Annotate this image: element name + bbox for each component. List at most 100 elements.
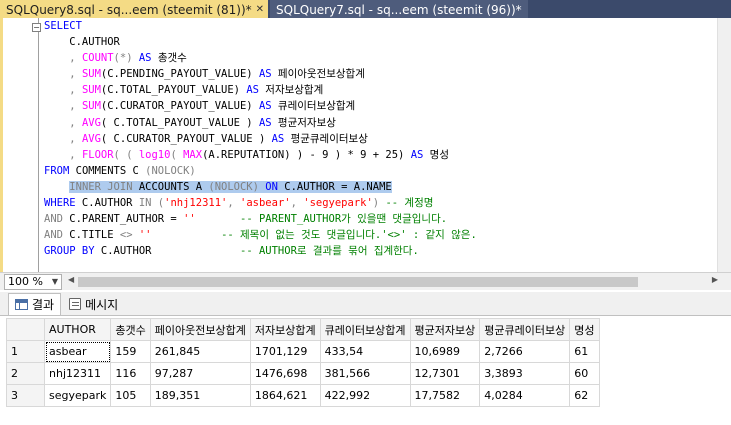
string: 'asbear': [240, 197, 291, 210]
grid-cell[interactable]: 97,287: [149, 362, 251, 385]
operator: ,: [227, 197, 241, 210]
identifier: C.AUTHOR: [75, 197, 139, 210]
code-line: C.AUTHOR: [44, 34, 724, 50]
operator: (*): [113, 52, 139, 65]
grid-cell[interactable]: 1476,698: [249, 362, 321, 385]
comment: -- 제목이 없는 것도 댓글입니다.'<>' : 같지 않은.: [221, 229, 477, 242]
pin-icon[interactable]: ✕: [256, 4, 264, 15]
column-header[interactable]: 평균저자보상: [409, 318, 481, 341]
grid-cell[interactable]: 2,7266: [479, 340, 571, 363]
column-header[interactable]: 평균큐레이터보상: [479, 318, 571, 341]
identifier: ACCOUNTS A: [132, 180, 209, 193]
collapse-icon[interactable]: −: [32, 23, 41, 32]
column-header[interactable]: 명성: [569, 318, 600, 341]
identifier: (C.CURATOR_PAYOUT_VALUE): [100, 100, 259, 113]
tab-messages[interactable]: 메시지: [63, 293, 124, 315]
identifier: 평균저자보상: [271, 116, 336, 129]
grid-cell[interactable]: 261,845: [149, 340, 251, 363]
tab-messages-label: 메시지: [85, 297, 119, 312]
tab-results[interactable]: 결과: [8, 293, 62, 315]
identifier: ( C.CURATOR_PAYOUT_VALUE ): [100, 132, 272, 145]
row-number[interactable]: 2: [6, 362, 45, 385]
grid-cell[interactable]: 60: [569, 362, 600, 385]
operator: ,: [44, 100, 82, 113]
string: 'nhj12311': [164, 197, 228, 210]
function: log10: [138, 148, 171, 161]
table-row[interactable]: 2 nhj12311 116 97,287 1476,698 381,566 1…: [6, 362, 600, 385]
grid-cell[interactable]: 159: [110, 340, 151, 363]
grid-cell[interactable]: 422,992: [319, 384, 411, 407]
code-area[interactable]: SELECT C.AUTHOR , COUNT(*) AS 총갯수 , SUM(…: [44, 18, 724, 259]
function: SUM: [81, 100, 101, 113]
identifier: COMMENTS C: [69, 164, 146, 177]
code-line: INNER JOIN ACCOUNTS A (NOLOCK) ON C.AUTH…: [44, 179, 724, 195]
grid-cell[interactable]: 61: [569, 340, 600, 363]
grid-cell[interactable]: 62: [569, 384, 600, 407]
grid-cell[interactable]: asbear: [43, 340, 112, 363]
keyword: WHERE: [44, 197, 76, 210]
grid-cell[interactable]: 3,3893: [479, 362, 571, 385]
grid-cell[interactable]: 10,6989: [409, 340, 481, 363]
operator: INNER JOIN: [69, 180, 133, 193]
grid-cell[interactable]: nhj12311: [43, 362, 112, 385]
function: SUM: [81, 68, 101, 81]
function: AVG: [81, 132, 101, 145]
row-number-header[interactable]: [6, 318, 45, 341]
column-header[interactable]: AUTHOR: [43, 318, 112, 341]
identifier: C.TITLE: [62, 229, 120, 242]
code-line: , SUM(C.PENDING_PAYOUT_VALUE) AS 페이아웃전보상…: [44, 66, 724, 82]
identifier: ( C.TOTAL_PAYOUT_VALUE ): [100, 116, 259, 129]
editor-vertical-scrollbar[interactable]: [717, 18, 731, 272]
column-header[interactable]: 총갯수: [110, 318, 151, 341]
column-header[interactable]: 저자보상합계: [249, 318, 321, 341]
grid-cell[interactable]: 105: [110, 384, 151, 407]
query-editor[interactable]: − SELECT C.AUTHOR , COUNT(*) AS 총갯수 , SU…: [0, 18, 731, 272]
tab-sqlquery8[interactable]: SQLQuery8.sql - sq...eem (steemit (81))*…: [0, 0, 268, 18]
function: MAX: [183, 148, 203, 161]
zoom-select[interactable]: 100 % ▼: [4, 273, 62, 290]
grid-cell[interactable]: 17,7582: [409, 384, 481, 407]
document-tab-strip: SQLQuery8.sql - sq...eem (steemit (81))*…: [0, 0, 731, 18]
keyword: AS: [258, 68, 272, 81]
keyword: GROUP BY: [44, 245, 95, 258]
code-line: AND C.PARENT_AUTHOR = '' -- PARENT_AUTHO…: [44, 211, 724, 227]
column-header[interactable]: 페이아웃전보상합계: [149, 318, 251, 341]
scrollbar-thumb[interactable]: [78, 276, 638, 287]
grid-cell[interactable]: segyepark: [43, 384, 112, 407]
identifier: C.AUTHOR: [44, 36, 120, 49]
results-grid[interactable]: AUTHOR 총갯수 페이아웃전보상합계 저자보상합계 큐레이터보상합계 평균저…: [6, 318, 600, 407]
identifier: C.PARENT_AUTHOR =: [62, 213, 184, 226]
identifier: 평균큐레이터보상: [284, 132, 368, 145]
tab-sqlquery7[interactable]: SQLQuery7.sql - sq...eem (steemit (96))*: [270, 0, 528, 18]
function: FLOOR: [81, 148, 114, 161]
identifier: 총갯수: [151, 52, 187, 65]
grid-cell[interactable]: 189,351: [149, 384, 251, 407]
grid-cell[interactable]: 1864,621: [249, 384, 321, 407]
table-row[interactable]: 1 asbear 159 261,845 1701,129 433,54 10,…: [6, 340, 600, 363]
editor-horizontal-scrollbar[interactable]: ◀ ▶: [68, 274, 718, 289]
row-number[interactable]: 3: [6, 384, 45, 407]
grid-cell[interactable]: 1701,129: [249, 340, 321, 363]
tab-label: SQLQuery8.sql - sq...eem (steemit (81))*: [6, 2, 252, 17]
identifier: 큐레이터보상합계: [271, 100, 356, 113]
grid-cell[interactable]: 12,7301: [409, 362, 481, 385]
code-line: WHERE C.AUTHOR IN ('nhj12311', 'asbear',…: [44, 195, 724, 211]
grid-cell[interactable]: 381,566: [319, 362, 411, 385]
tab-results-label: 결과: [32, 298, 55, 312]
operator: ,: [44, 132, 82, 145]
grid-cell[interactable]: 4,0284: [479, 384, 571, 407]
grid-cell[interactable]: 116: [110, 362, 151, 385]
code-line: , SUM(C.CURATOR_PAYOUT_VALUE) AS 큐레이터보상합…: [44, 98, 724, 114]
table-row[interactable]: 3 segyepark 105 189,351 1864,621 422,992…: [6, 384, 600, 407]
identifier: 저자보상합계: [258, 84, 324, 97]
column-header[interactable]: 큐레이터보상합계: [319, 318, 411, 341]
row-number[interactable]: 1: [6, 340, 45, 363]
grid-cell[interactable]: 433,54: [319, 340, 411, 363]
string: 'segyepark': [303, 197, 373, 210]
scroll-left-icon[interactable]: ◀: [68, 275, 74, 284]
function: AVG: [81, 116, 101, 129]
keyword: AS: [246, 84, 259, 97]
scroll-right-icon[interactable]: ▶: [712, 275, 718, 284]
editor-gutter: −: [0, 18, 41, 272]
selected-text[interactable]: INNER JOIN ACCOUNTS A (NOLOCK) ON C.AUTH…: [69, 180, 392, 193]
